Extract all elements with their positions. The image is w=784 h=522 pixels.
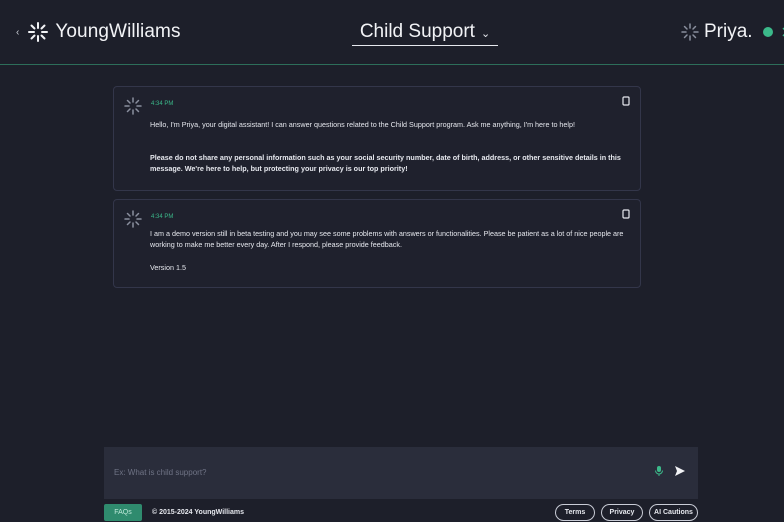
sparkle-logo-icon (28, 22, 49, 42)
faqs-button[interactable]: FAQs (104, 504, 142, 521)
copyright-text: © 2015-2024 YoungWilliams (152, 509, 244, 516)
assistant-avatar-icon (124, 210, 142, 228)
assistant-avatar-icon (124, 97, 142, 115)
ai-cautions-link[interactable]: AI Cautions (649, 504, 698, 521)
microphone-icon[interactable] (654, 465, 664, 477)
message-text: Hello, I'm Priya, your digital assistant… (150, 120, 576, 129)
copy-icon[interactable] (622, 209, 631, 219)
privacy-link[interactable]: Privacy (601, 504, 643, 521)
message-composer (104, 447, 698, 499)
message-time: 4:34 PM (151, 214, 174, 220)
app-footer: FAQs © 2015-2024 YoungWilliams Terms Pri… (104, 502, 698, 522)
message-time: 4:34 PM (151, 101, 174, 107)
program-selector[interactable]: Child Support ⌄ (352, 18, 498, 46)
theme-toggle-icon[interactable] (780, 27, 784, 37)
sparkle-avatar-icon (681, 23, 699, 41)
chevron-down-icon: ⌄ (480, 28, 491, 40)
program-title: Child Support (359, 20, 475, 42)
version-text: Version 1.5 (150, 263, 186, 272)
chat-input[interactable] (114, 464, 614, 480)
assistant-name: Priya. (704, 21, 753, 42)
copy-icon[interactable] (622, 96, 631, 106)
terms-link[interactable]: Terms (555, 504, 595, 521)
brand-name: YoungWilliams (55, 21, 181, 42)
message-text: I am a demo version still in beta testin… (150, 229, 624, 249)
online-status-icon (762, 27, 773, 37)
send-icon[interactable] (674, 465, 686, 477)
chat-message: 4:34 PM Hello, I'm Priya, your digital a… (113, 86, 641, 191)
privacy-warning-text: Please do not share any personal informa… (150, 153, 621, 173)
chevron-left-icon: ‹ (16, 26, 20, 38)
brand-logo[interactable]: ‹ YoungWilliams (16, 18, 181, 46)
assistant-identity: Priya. (680, 20, 784, 44)
app-header: ‹ YoungWilliams Child Support ⌄ Priya. (0, 0, 784, 65)
chat-message: 4:34 PM I am a demo version still in bet… (113, 199, 641, 288)
